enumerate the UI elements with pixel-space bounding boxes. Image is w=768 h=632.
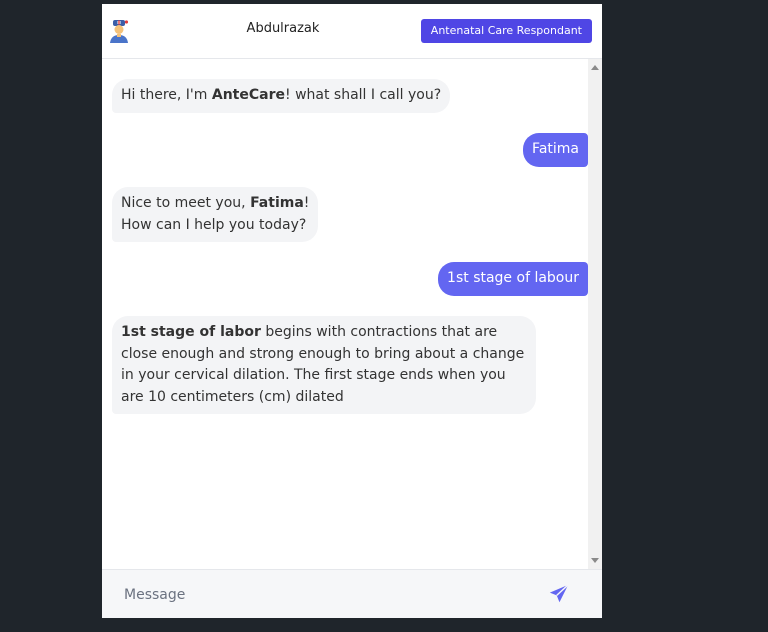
message-input[interactable] — [122, 582, 506, 608]
bot-message: Nice to meet you, Fatima! How can I help … — [112, 187, 319, 242]
bot-message: 1st stage of labor begins with contracti… — [112, 316, 536, 414]
scrollbar[interactable] — [588, 59, 602, 569]
bot-message: Hi there, I'm AnteCare! what shall I cal… — [112, 79, 451, 113]
role-button[interactable]: Antenatal Care Respondant — [420, 19, 592, 43]
chat-panel: Abdulrazak Antenatal Care Respondant Hi … — [102, 4, 602, 618]
message-bold-text: 1st stage of labor — [121, 324, 261, 340]
paper-plane-icon[interactable] — [548, 583, 570, 605]
message-bold-text: AnteCare — [211, 87, 285, 103]
message-text: How can I help you today? — [121, 216, 307, 233]
user-message: 1st stage of labour — [438, 262, 588, 296]
user-name: Abdulrazak — [246, 21, 320, 36]
message-text: Hi there, I'm — [121, 87, 212, 103]
scroll-down-icon[interactable] — [591, 558, 599, 563]
message-text: Fatima — [532, 141, 579, 157]
message-list: Hi there, I'm AnteCare! what shall I cal… — [102, 59, 588, 569]
scroll-up-icon[interactable] — [591, 65, 599, 70]
message-text: ! what shall I call you? — [285, 87, 442, 103]
message-text: 1st stage of labour — [447, 270, 579, 286]
user-message: Fatima — [523, 133, 588, 167]
chat-header: Abdulrazak Antenatal Care Respondant — [102, 4, 602, 59]
message-text: Nice to meet you, — [121, 195, 251, 211]
message-bold-text: Fatima — [250, 195, 304, 211]
message-text: ! — [303, 195, 310, 211]
composer — [102, 569, 602, 618]
